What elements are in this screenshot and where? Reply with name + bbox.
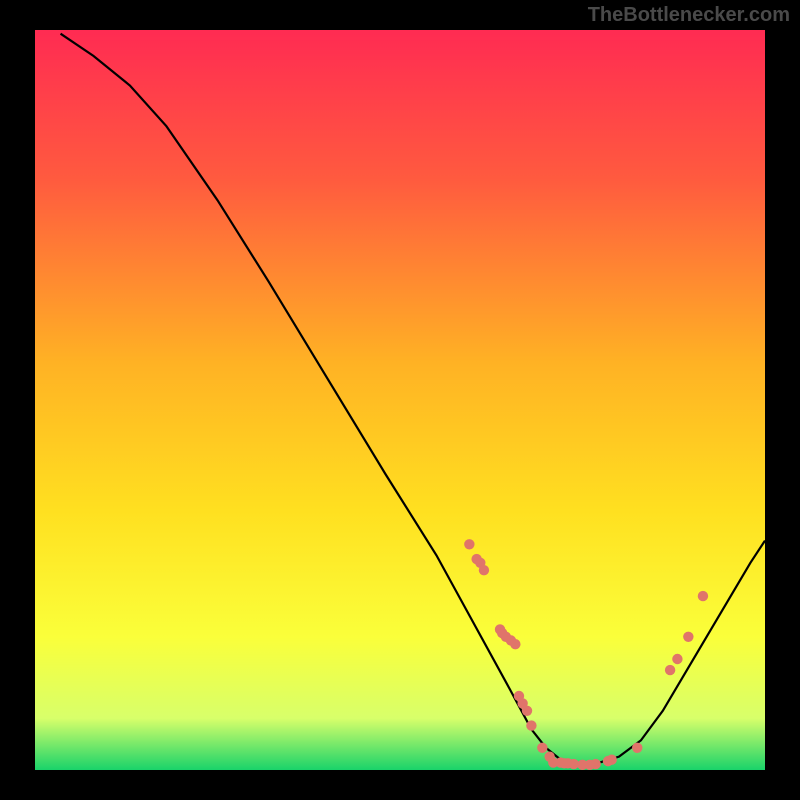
- data-dot: [632, 743, 642, 753]
- attribution-label: TheBottlenecker.com: [588, 4, 790, 27]
- data-dot: [479, 565, 489, 575]
- bottleneck-chart: [35, 30, 765, 770]
- data-dot: [510, 639, 520, 649]
- data-dot: [698, 591, 708, 601]
- data-dot: [683, 632, 693, 642]
- data-dot: [665, 665, 675, 675]
- plot-area: [35, 30, 765, 770]
- data-dot: [607, 754, 617, 764]
- data-dot: [590, 759, 600, 769]
- gradient-background: [35, 30, 765, 770]
- data-dot: [464, 539, 474, 549]
- data-dot: [522, 706, 532, 716]
- chart-wrapper: TheBottlenecker.com: [0, 0, 800, 800]
- data-dot: [526, 720, 536, 730]
- data-dot: [537, 743, 547, 753]
- data-dot: [672, 654, 682, 664]
